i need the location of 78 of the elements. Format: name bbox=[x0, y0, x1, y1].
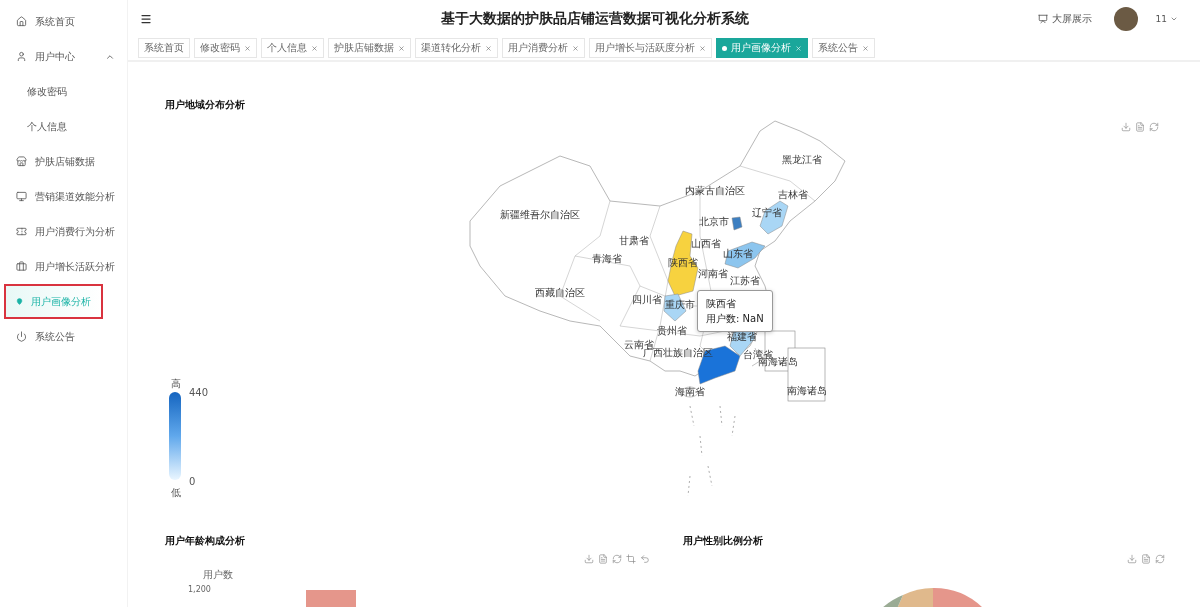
tab[interactable]: 用户增长与活跃度分析 bbox=[589, 38, 712, 58]
menu-item-icon bbox=[16, 331, 27, 342]
province-label: 江苏省 bbox=[730, 274, 760, 288]
province-label: 北京市 bbox=[699, 215, 729, 229]
province-label: 重庆市 bbox=[665, 298, 695, 312]
province-shape[interactable] bbox=[731, 216, 743, 231]
monitor-icon bbox=[1037, 14, 1048, 24]
download-icon bbox=[1121, 122, 1131, 132]
province-label: 青海省 bbox=[592, 252, 622, 266]
axis-tick-label: 1,200 bbox=[188, 585, 212, 594]
user-menu[interactable]: 11 bbox=[1149, 13, 1184, 25]
province-label: 山西省 bbox=[691, 237, 721, 251]
menu-item-icon bbox=[16, 16, 27, 27]
download-icon bbox=[1127, 554, 1137, 564]
chart-bar bbox=[306, 590, 356, 607]
refresh-icon bbox=[1149, 122, 1159, 132]
axis-title: 用户数 bbox=[203, 568, 234, 582]
active-dot-icon bbox=[722, 45, 727, 51]
province-label: 南海诸岛 bbox=[787, 384, 827, 398]
refresh-icon bbox=[1155, 554, 1165, 564]
app-title: 基于大数据的护肤品店铺运营数据可视化分析系统 bbox=[439, 10, 750, 28]
menu-item-icon bbox=[16, 226, 27, 237]
menu-icon[interactable] bbox=[140, 13, 152, 25]
crop-icon bbox=[626, 554, 636, 564]
menu-item-icon bbox=[16, 261, 27, 272]
refresh-icon bbox=[612, 554, 622, 564]
sidebar-item[interactable]: 营销渠道效能分析 bbox=[4, 179, 127, 214]
tab[interactable]: 修改密码 bbox=[194, 38, 257, 58]
document-icon bbox=[1135, 122, 1145, 132]
province-label: 甘肃省 bbox=[619, 234, 649, 248]
province-label: 四川省 bbox=[632, 293, 662, 307]
sidebar-item[interactable]: 系统公告 bbox=[4, 319, 127, 354]
menu-item-icon bbox=[16, 156, 27, 167]
tab[interactable]: 渠道转化分析 bbox=[415, 38, 498, 58]
menu-item-icon bbox=[16, 191, 27, 202]
province-label: 海南省 bbox=[675, 385, 705, 399]
province-label: 河南省 bbox=[698, 268, 728, 281]
tab[interactable]: 用户消费分析 bbox=[502, 38, 585, 58]
pie-slice bbox=[933, 588, 983, 607]
menu-item-icon bbox=[16, 51, 27, 62]
legend-max-value: 440 bbox=[189, 387, 209, 398]
color-scale-bar[interactable] bbox=[169, 392, 181, 480]
avatar[interactable] bbox=[1113, 7, 1138, 31]
province-label: 吉林省 bbox=[778, 188, 808, 202]
province-label: 黑龙江省 bbox=[782, 153, 822, 167]
province-label: 新疆维吾尔自治区 bbox=[500, 208, 580, 222]
tab[interactable]: 个人信息 bbox=[261, 38, 324, 58]
section-title: 用户地域分布分析 bbox=[165, 98, 246, 112]
sidebar-item[interactable]: 用户消费行为分析 bbox=[4, 214, 127, 249]
legend-high-label: 高 bbox=[171, 377, 181, 391]
legend-low-label: 低 bbox=[171, 486, 181, 500]
province-label: 西藏自治区 bbox=[535, 286, 585, 300]
province-shape[interactable] bbox=[724, 241, 766, 269]
section-title: 用户性别比例分析 bbox=[683, 534, 764, 548]
screen-button[interactable]: 大屏展示 bbox=[1037, 12, 1092, 26]
tab[interactable]: 护肤店铺数据 bbox=[328, 38, 411, 58]
section-title: 用户年龄构成分析 bbox=[165, 534, 246, 548]
tab[interactable]: 系统公告 bbox=[812, 38, 875, 58]
document-icon bbox=[598, 554, 608, 564]
document-icon bbox=[1141, 554, 1151, 564]
undo-icon bbox=[640, 554, 650, 564]
sidebar-item[interactable]: 个人信息 bbox=[4, 109, 127, 144]
sidebar-item[interactable]: 用户中心 bbox=[4, 39, 127, 74]
map-pin-icon bbox=[16, 296, 23, 307]
province-label: 辽宁省 bbox=[752, 206, 782, 220]
tooltip-title: 陕西省 bbox=[706, 297, 737, 311]
province-label: 福建省 bbox=[727, 330, 757, 344]
sidebar-item[interactable]: 用户增长活跃分析 bbox=[4, 249, 127, 284]
province-label: 贵州省 bbox=[657, 324, 687, 338]
sidebar-item[interactable]: 护肤店铺数据 bbox=[4, 144, 127, 179]
tab[interactable]: 系统首页 bbox=[138, 38, 190, 58]
download-icon bbox=[584, 554, 594, 564]
tooltip-value: 用户数: NaN bbox=[706, 312, 764, 326]
legend-min-value: 0 bbox=[189, 476, 196, 487]
caret-icon bbox=[1170, 15, 1178, 23]
sidebar-item[interactable]: 系统首页 bbox=[4, 4, 127, 39]
sidebar-item[interactable]: 修改密码 bbox=[4, 74, 127, 109]
province-label: 内蒙古自治区 bbox=[685, 184, 745, 198]
